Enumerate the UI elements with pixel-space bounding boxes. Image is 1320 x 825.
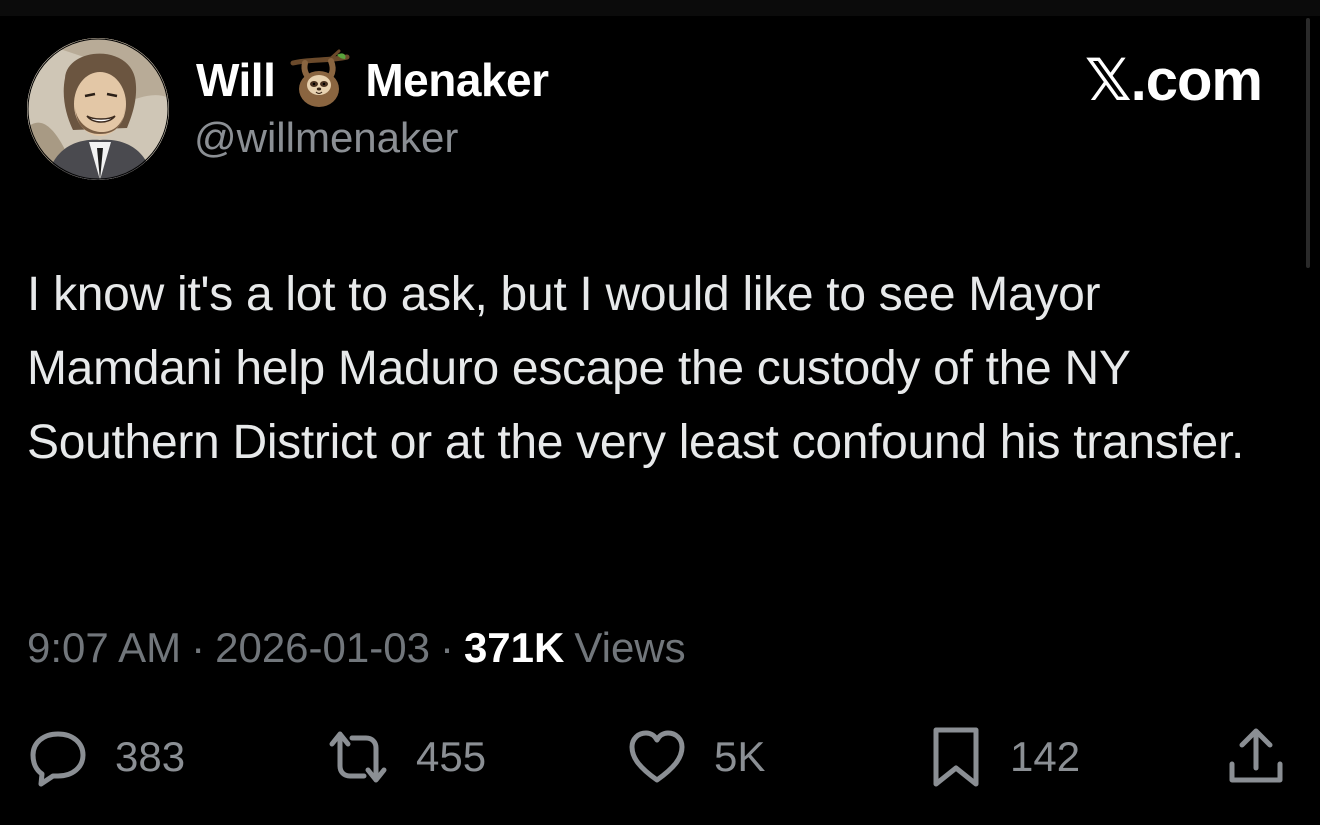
author-last-name[interactable]: Menaker bbox=[365, 53, 549, 107]
tweet-meta: 9:07 AM · 2026-01-03 · 371K Views bbox=[27, 624, 686, 672]
repost-icon bbox=[329, 731, 387, 783]
like-count: 5K bbox=[714, 733, 766, 780]
heart-icon bbox=[629, 730, 685, 783]
author-first-name[interactable]: Will bbox=[196, 53, 276, 107]
x-logo-brand[interactable]: 𝕏.com bbox=[1085, 46, 1263, 114]
meta-separator: · bbox=[191, 624, 206, 671]
bookmark-count: 142 bbox=[1010, 733, 1081, 780]
author-handle[interactable]: @willmenaker bbox=[194, 114, 458, 162]
views-label[interactable]: Views bbox=[574, 624, 685, 672]
scrollbar[interactable] bbox=[1306, 18, 1310, 268]
reply-icon bbox=[30, 731, 86, 787]
share-icon bbox=[1229, 728, 1283, 783]
repost-count: 455 bbox=[416, 733, 487, 780]
like-button[interactable]: 5K bbox=[626, 722, 765, 792]
action-bar: 383 455 5K 142 bbox=[0, 722, 1320, 792]
repost-button[interactable]: 455 bbox=[326, 722, 486, 792]
top-strip bbox=[0, 0, 1320, 16]
bookmark-icon bbox=[933, 727, 979, 787]
avatar-illustration bbox=[27, 38, 169, 180]
reply-count: 383 bbox=[115, 733, 186, 780]
tweet-date[interactable]: 2026-01-03 bbox=[215, 624, 430, 672]
views-count[interactable]: 371K bbox=[464, 624, 564, 672]
bookmark-button[interactable]: 142 bbox=[928, 722, 1080, 792]
sloth-icon bbox=[289, 49, 351, 111]
tweet-text: I know it's a lot to ask, but I would li… bbox=[27, 268, 1244, 469]
reply-button[interactable]: 383 bbox=[27, 722, 185, 792]
tweet-time[interactable]: 9:07 AM bbox=[27, 624, 181, 672]
share-button[interactable] bbox=[1226, 722, 1286, 792]
meta-separator: · bbox=[439, 624, 454, 671]
author-name[interactable]: Will Menaker bbox=[196, 49, 549, 111]
avatar[interactable] bbox=[27, 38, 169, 180]
